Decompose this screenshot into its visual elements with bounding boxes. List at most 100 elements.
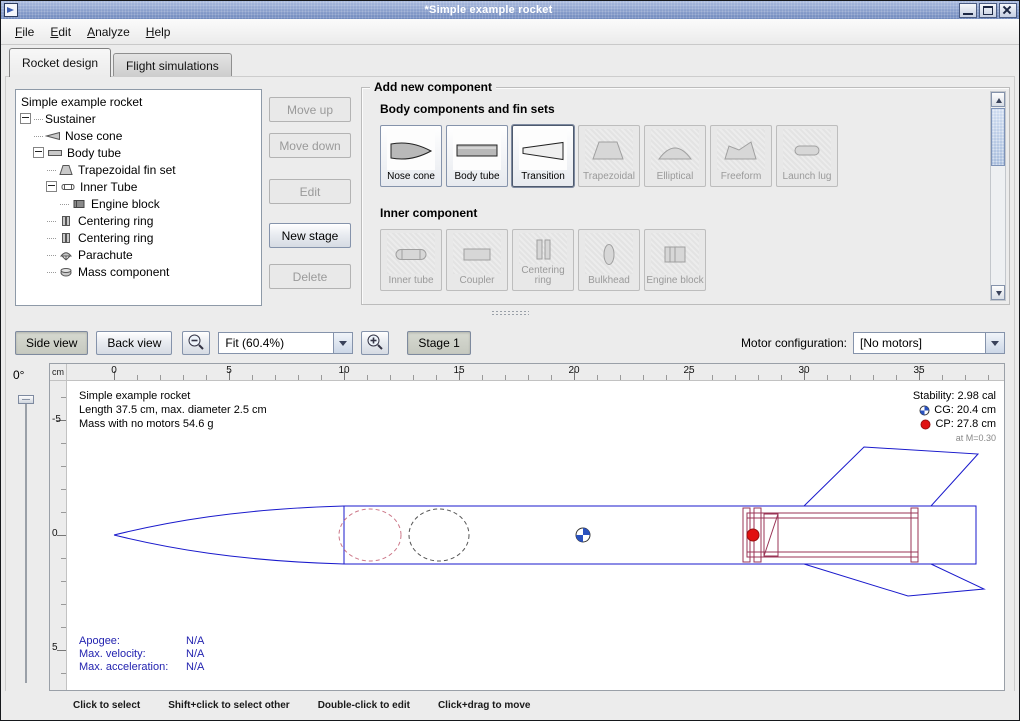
- chevron-down-icon: [333, 333, 352, 353]
- zoom-in-icon: [366, 333, 384, 354]
- bulkhead-icon: [585, 233, 633, 274]
- flight-data: Apogee:N/A Max. velocity:N/A Max. accele…: [79, 635, 204, 674]
- component-button-bulkhead[interactable]: Bulkhead: [578, 229, 640, 291]
- menu-analyze[interactable]: Analyze: [79, 22, 138, 42]
- scroll-down-button[interactable]: [991, 285, 1005, 300]
- cg-icon: [919, 405, 930, 416]
- component-button-launch-lug[interactable]: Launch lug: [776, 125, 838, 187]
- zoom-out-button[interactable]: [182, 331, 210, 355]
- menu-help[interactable]: Help: [138, 22, 179, 42]
- tree-item-centering-ring-1[interactable]: Centering ring: [16, 212, 261, 229]
- cp-icon: [920, 419, 931, 430]
- stability-info: Stability: 2.98 cal CG: 20.4 cm CP: 27.8…: [913, 389, 996, 445]
- component-button-elliptical[interactable]: Elliptical: [644, 125, 706, 187]
- rotation-slider-handle[interactable]: [18, 395, 34, 404]
- add-component-group: Add new component Body components and fi…: [361, 87, 1010, 305]
- tree-item-inner-tube[interactable]: Inner Tube: [16, 178, 261, 195]
- fin-bottom-shape: [804, 564, 984, 596]
- parachute-icon: [58, 249, 74, 261]
- tree-item-fin-set[interactable]: Trapezoidal fin set: [16, 161, 261, 178]
- launch-lug-icon: [783, 129, 831, 170]
- minimize-button[interactable]: [959, 3, 977, 18]
- edit-button[interactable]: Edit: [269, 179, 351, 204]
- main-tabs: Rocket design Flight simulations: [9, 47, 232, 77]
- scroll-up-button[interactable]: [991, 92, 1005, 107]
- centering-ring-icon: [58, 232, 74, 244]
- vertical-ruler: -5 0 5: [50, 381, 67, 690]
- ruler-unit-label: cm: [50, 364, 67, 381]
- inner-tube-icon: [60, 181, 76, 193]
- close-button[interactable]: [999, 3, 1017, 18]
- zoom-level-select[interactable]: Fit (60.4%): [218, 332, 353, 354]
- tree-item-rocket[interactable]: Simple example rocket: [16, 93, 261, 110]
- tree-item-nose-cone[interactable]: Nose cone: [16, 127, 261, 144]
- component-button-transition[interactable]: Transition: [512, 125, 574, 187]
- maximize-button[interactable]: [979, 3, 997, 18]
- new-stage-button[interactable]: New stage: [269, 223, 351, 248]
- inner-tube-assembly: [743, 508, 918, 562]
- rocket-view-panel: 0° cm 0 5 10 15 20 25 30 35 -5 0 5: [1, 363, 1019, 691]
- hint-shift-click: Shift+click to select other: [168, 700, 289, 711]
- component-scrollbar: [990, 91, 1006, 301]
- fin-top-shape: [804, 447, 978, 506]
- tab-rocket-design[interactable]: Rocket design: [9, 48, 111, 77]
- component-button-engine-block[interactable]: Engine block: [644, 229, 706, 291]
- centering-ring-icon: [58, 215, 74, 227]
- tree-item-mass-component[interactable]: Mass component: [16, 263, 261, 280]
- rotation-slider-track: [25, 397, 27, 683]
- elliptical-fin-icon: [651, 129, 699, 170]
- component-button-centering-ring[interactable]: Centering ring: [512, 229, 574, 291]
- nose-cone-icon: [387, 129, 435, 170]
- hint-double-click: Double-click to edit: [318, 700, 410, 711]
- rocket-drawing-area[interactable]: Simple example rocket Length 37.5 cm, ma…: [67, 381, 1004, 690]
- component-button-trapezoidal[interactable]: Trapezoidal: [578, 125, 640, 187]
- cg-symbol: [576, 528, 590, 542]
- stage-1-toggle[interactable]: Stage 1: [407, 331, 470, 355]
- centering-ring-icon: [519, 233, 567, 264]
- cp-symbol: [747, 529, 759, 541]
- zoom-out-icon: [187, 333, 205, 354]
- delete-button[interactable]: Delete: [269, 264, 351, 289]
- trapezoidal-fin-icon: [585, 129, 633, 170]
- back-view-button[interactable]: Back view: [96, 331, 172, 355]
- inner-component-buttons: Inner tube Coupler Centering ring Bulkhe…: [380, 229, 706, 291]
- component-button-nose-cone[interactable]: Nose cone: [380, 125, 442, 187]
- component-button-inner-tube[interactable]: Inner tube: [380, 229, 442, 291]
- tree-item-parachute[interactable]: Parachute: [16, 246, 261, 263]
- tree-item-sustainer[interactable]: Sustainer: [16, 110, 261, 127]
- move-down-button[interactable]: Move down: [269, 133, 351, 158]
- tree-item-body-tube[interactable]: Body tube: [16, 144, 261, 161]
- transition-icon: [519, 129, 567, 170]
- menu-file[interactable]: File: [7, 22, 42, 42]
- component-button-coupler[interactable]: Coupler: [446, 229, 508, 291]
- rocket-canvas: cm 0 5 10 15 20 25 30 35 -5 0 5: [49, 363, 1005, 691]
- rocket-info: Simple example rocket Length 37.5 cm, ma…: [79, 389, 267, 431]
- window-icon: [4, 3, 18, 17]
- menu-edit[interactable]: Edit: [42, 22, 79, 42]
- motor-configuration-select[interactable]: [No motors]: [853, 332, 1005, 354]
- tree-expander[interactable]: [46, 181, 57, 192]
- app-window: *Simple example rocket File Edit Analyze…: [0, 0, 1020, 721]
- body-tube-icon: [47, 147, 63, 159]
- tree-item-centering-ring-2[interactable]: Centering ring: [16, 229, 261, 246]
- trapezoidal-fin-icon: [58, 164, 74, 176]
- component-button-freeform[interactable]: Freeform: [710, 125, 772, 187]
- parachute-outline: [339, 509, 401, 561]
- body-section-label: Body components and fin sets: [380, 102, 555, 116]
- move-up-button[interactable]: Move up: [269, 97, 351, 122]
- zoom-in-button[interactable]: [361, 331, 389, 355]
- splitter-grip[interactable]: [491, 310, 529, 316]
- mass-component-outline: [409, 509, 469, 561]
- tab-flight-simulations[interactable]: Flight simulations: [113, 53, 232, 77]
- body-component-buttons: Nose cone Body tube Transition Trapezoid…: [380, 125, 838, 187]
- component-tree[interactable]: Simple example rocket Sustainer Nose con…: [15, 89, 262, 306]
- scrollbar-thumb[interactable]: [991, 108, 1005, 166]
- motor-configuration-label: Motor configuration:: [741, 336, 847, 350]
- component-button-body-tube[interactable]: Body tube: [446, 125, 508, 187]
- tree-item-engine-block[interactable]: Engine block: [16, 195, 261, 212]
- freeform-fin-icon: [717, 129, 765, 170]
- split-pane-divider: [1, 309, 1019, 317]
- tree-expander[interactable]: [33, 147, 44, 158]
- tree-expander[interactable]: [20, 113, 31, 124]
- side-view-button[interactable]: Side view: [15, 331, 88, 355]
